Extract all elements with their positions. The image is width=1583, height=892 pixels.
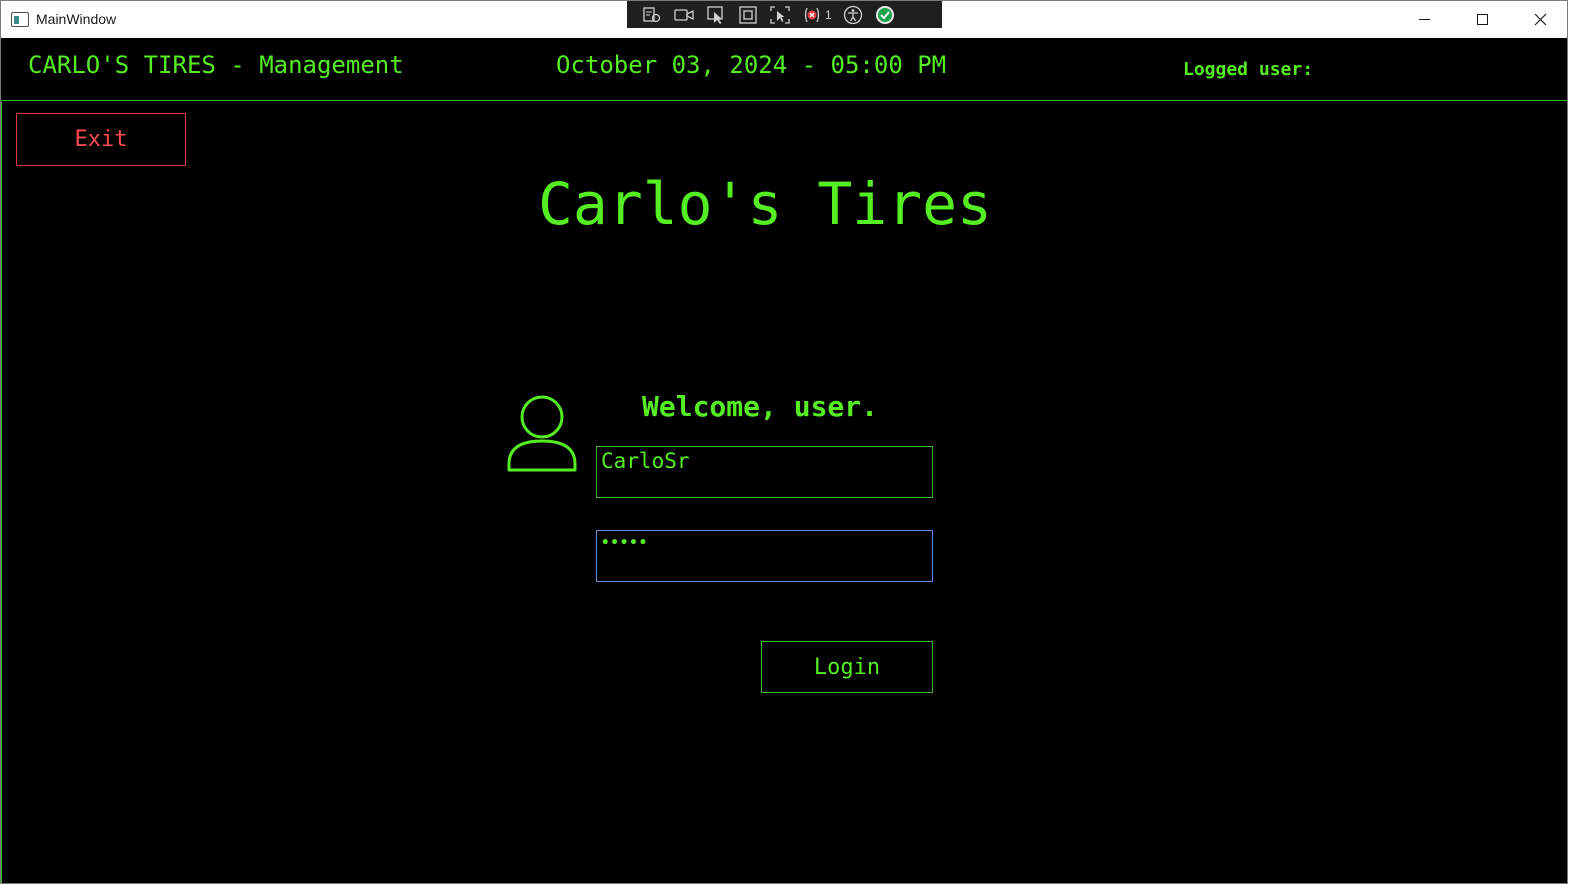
login-view: Exit Carlo's Tires Welcome, user. CarloS… <box>1 102 1567 883</box>
header-datetime: October 03, 2024 - 05:00 PM <box>556 51 947 79</box>
select-element-icon[interactable] <box>705 5 727 25</box>
binding-error-count: 1 <box>825 7 832 22</box>
exit-button[interactable]: Exit <box>16 113 186 166</box>
main-window: MainWindow 1 CARLO'S TIRES - Management … <box>0 0 1568 884</box>
welcome-message: Welcome, user. <box>642 390 879 423</box>
close-button[interactable] <box>1511 1 1567 38</box>
username-input[interactable]: CarloSr <box>596 446 933 498</box>
app-header: CARLO'S TIRES - Management October 03, 2… <box>1 38 1567 101</box>
wpf-debug-toolbar: 1 <box>627 1 942 28</box>
app-icon <box>11 12 29 27</box>
display-layout-adorners-icon[interactable] <box>737 5 759 25</box>
logged-user-label: Logged user: <box>1183 59 1314 80</box>
user-icon <box>507 395 577 472</box>
accessibility-icon[interactable] <box>842 5 864 25</box>
maximize-icon <box>1476 14 1488 25</box>
live-visual-tree-icon[interactable] <box>641 5 663 25</box>
binding-failures-icon[interactable] <box>801 5 823 25</box>
track-focus-icon[interactable] <box>769 5 791 25</box>
window-title: MainWindow <box>36 11 117 27</box>
title-bar[interactable]: MainWindow 1 <box>1 1 1567 38</box>
password-input[interactable]: ••••• <box>596 530 933 582</box>
header-title: CARLO'S TIRES - Management <box>28 51 404 79</box>
maximize-button[interactable] <box>1453 1 1511 38</box>
minimize-button[interactable] <box>1395 1 1453 38</box>
minimize-icon <box>1418 19 1430 20</box>
hot-reload-ok-icon[interactable] <box>874 5 896 25</box>
record-icon[interactable] <box>673 5 695 25</box>
brand-title: Carlo's Tires <box>538 170 992 238</box>
login-button[interactable]: Login <box>761 641 933 693</box>
close-icon <box>1534 13 1546 26</box>
